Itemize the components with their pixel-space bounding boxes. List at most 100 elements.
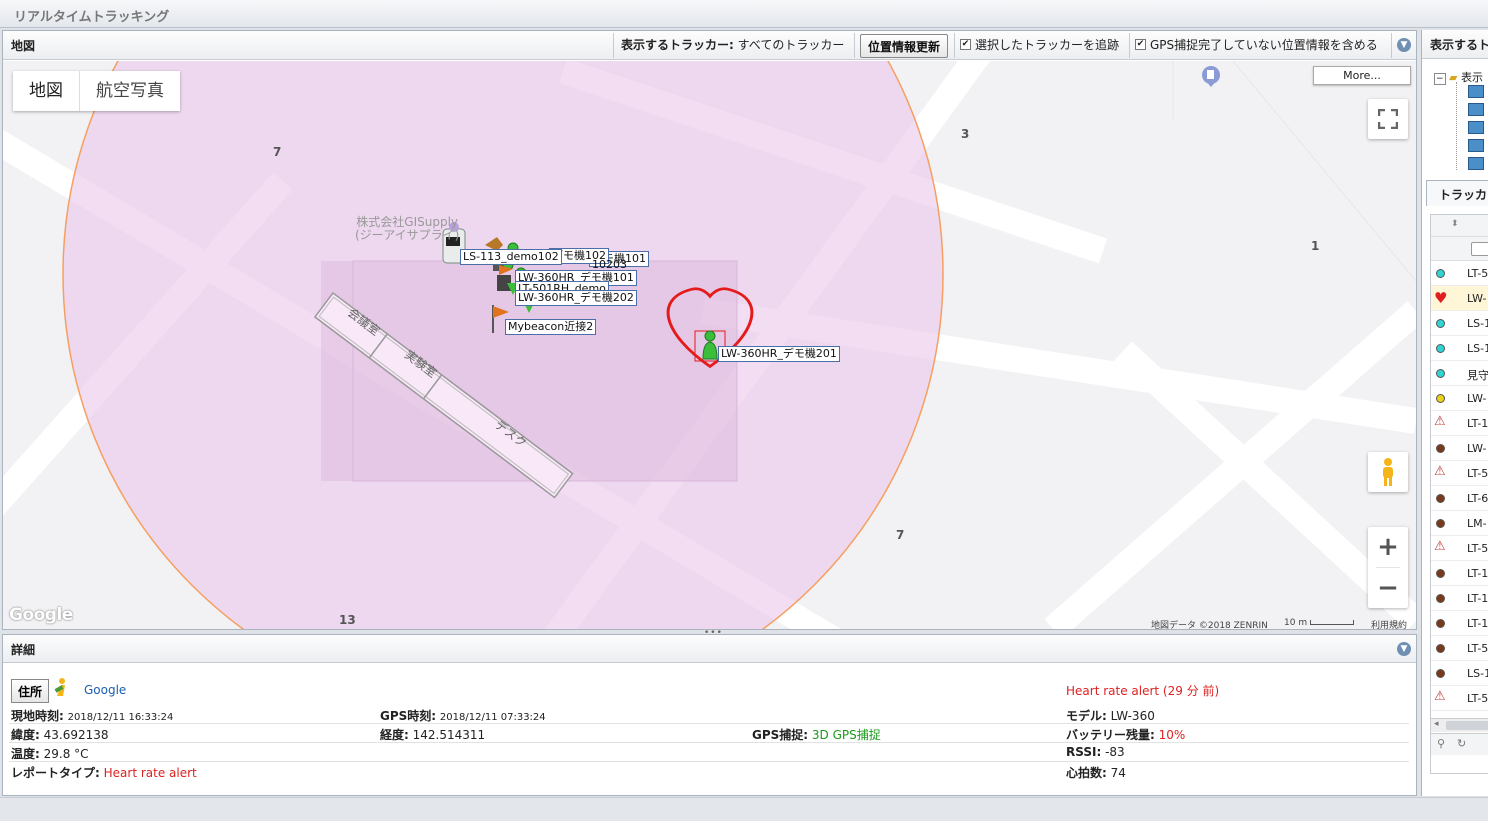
tracker-device-icon[interactable] xyxy=(1468,85,1484,98)
follow-tracker-label: 選択したトラッカーを追跡 xyxy=(975,38,1120,52)
tab-trackers[interactable]: トラッカー xyxy=(1426,180,1488,206)
address-button[interactable]: 住所 xyxy=(11,679,49,703)
status-dot-icon xyxy=(1436,594,1445,603)
detail-header: 詳細 ▼ xyxy=(3,635,1416,663)
map-canvas[interactable]: 株式会社GISupply (ジーアイサプライ) 7 3 1 7 13 会議室 実… xyxy=(3,61,1416,629)
block-number: 13 xyxy=(339,613,356,627)
alert-icon: ⚠ xyxy=(1434,414,1446,429)
tracker-name: LT-1 xyxy=(1467,617,1488,630)
detail-title: 詳細 xyxy=(11,643,36,657)
status-dot-icon xyxy=(1436,369,1445,378)
gps-fix-value: 3D GPS捕捉 xyxy=(811,728,881,742)
tracker-row[interactable]: LS-1 xyxy=(1431,336,1488,361)
grid-scrollbar[interactable]: ◂ xyxy=(1431,718,1488,732)
tracker-row[interactable]: LT-5 xyxy=(1431,636,1488,661)
update-location-button[interactable]: 位置情報更新 xyxy=(860,34,948,58)
tracker-name: LW- xyxy=(1467,442,1487,455)
tree-root[interactable]: − ▰ 表示 xyxy=(1434,69,1483,85)
tracker-panel: 表示するトラ − ▰ 表示 トラッカー ⬍ LT-5 ♥ LW- LS-1 LS-1 見守… xyxy=(1421,30,1488,796)
map-type-control: 地図 航空写真 xyxy=(13,71,180,111)
tracker-label[interactable]: LW-360HR_デモ機202 xyxy=(515,290,637,306)
grid-filter-row xyxy=(1431,237,1488,261)
tracker-row[interactable]: ⚠ LT-5 xyxy=(1431,686,1488,711)
tracker-row[interactable]: LM- xyxy=(1431,511,1488,536)
maptype-aerial-button[interactable]: 航空写真 xyxy=(80,71,180,111)
tracker-name: 見守 xyxy=(1467,369,1488,382)
tracker-row[interactable]: LT-1 xyxy=(1431,561,1488,586)
include-gps-label: GPS捕捉完了していない位置情報を含める xyxy=(1150,38,1378,52)
refresh-icon[interactable]: ↻ xyxy=(1457,737,1466,750)
alert-icon: ⚠ xyxy=(1434,539,1446,554)
tracker-label[interactable]: LW-360HR_デモ機201 xyxy=(718,346,840,362)
more-button[interactable]: More... xyxy=(1313,66,1411,85)
zoom-control: + − xyxy=(1368,527,1408,608)
tracker-label[interactable]: LS-113_demo102 xyxy=(460,249,562,265)
search-icon[interactable]: ⚲ xyxy=(1437,737,1445,750)
report-type-value: Heart rate alert xyxy=(103,766,197,780)
pegman-icon[interactable] xyxy=(53,677,69,700)
terms-link[interactable]: 利用規約 xyxy=(1371,618,1407,629)
tracker-row[interactable]: LW- xyxy=(1431,436,1488,461)
detail-row: 温度: 29.8 °C RSSI: -83 xyxy=(9,743,1409,762)
tracker-filter[interactable]: 表示するトラッカー: すべてのトラッカー xyxy=(621,36,844,53)
collapse-icon[interactable]: ▼ xyxy=(1397,38,1411,52)
tracker-label[interactable]: Mybeacon近接2 xyxy=(505,319,597,335)
tracker-row[interactable]: LT-5 xyxy=(1431,261,1488,286)
tracker-row[interactable]: ⚠ LT-5 xyxy=(1431,536,1488,561)
status-dot-icon xyxy=(1436,494,1445,503)
alert-icon: ⚠ xyxy=(1434,464,1446,479)
grid-filter-input[interactable] xyxy=(1471,242,1488,256)
sort-icon[interactable]: ⬍ xyxy=(1451,219,1459,229)
google-logo: Google xyxy=(9,605,73,625)
tracker-device-icon[interactable] xyxy=(1468,139,1484,152)
local-time-value: 2018/12/11 16:33:24 xyxy=(67,712,174,723)
tracker-name: LT-5 xyxy=(1467,267,1488,280)
checkbox-check-icon: ✔ xyxy=(1135,39,1146,50)
include-gps-checkbox[interactable]: ✔ GPS捕捉完了していない位置情報を含める xyxy=(1135,36,1378,53)
alert-icon: ⚠ xyxy=(1434,689,1446,704)
gps-time-value: 2018/12/11 07:33:24 xyxy=(439,712,546,723)
block-number: 7 xyxy=(896,528,905,542)
tracker-device-icon[interactable] xyxy=(1468,121,1484,134)
map-base-layer xyxy=(3,61,1416,629)
tracker-row[interactable]: LS-1 xyxy=(1431,661,1488,686)
maptype-map-button[interactable]: 地図 xyxy=(13,71,80,111)
map-panel: 地図 表示するトラッカー: すべてのトラッカー 位置情報更新 ✔ 選択したトラッ… xyxy=(2,30,1417,630)
tracker-row[interactable]: LS-1 xyxy=(1431,311,1488,336)
collapse-icon[interactable]: ▼ xyxy=(1397,642,1411,656)
model-value: LW-360 xyxy=(1110,709,1155,723)
tracker-name: LT-5 xyxy=(1467,642,1488,655)
tracker-filter-value: すべてのトラッカー xyxy=(737,38,845,52)
tracker-row[interactable]: 見守 xyxy=(1431,361,1488,386)
grid-header: ⬍ xyxy=(1431,215,1488,237)
tracker-row[interactable]: ⚠ LT-1 xyxy=(1431,411,1488,436)
follow-tracker-checkbox[interactable]: ✔ 選択したトラッカーを追跡 xyxy=(960,36,1119,53)
tracker-name: LS-1 xyxy=(1467,342,1488,355)
tracker-row[interactable]: LW- xyxy=(1431,386,1488,411)
tracker-row[interactable]: LT-1 xyxy=(1431,611,1488,636)
tracker-row[interactable]: ⚠ LT-5 xyxy=(1431,461,1488,486)
map-attribution: 地図データ ©2018 ZENRIN xyxy=(1151,621,1268,629)
block-number: 7 xyxy=(273,145,282,159)
status-dot-icon xyxy=(1436,519,1445,528)
zoom-out-icon[interactable]: − xyxy=(1368,568,1408,608)
tracker-device-icon[interactable] xyxy=(1468,157,1484,170)
status-dot-icon xyxy=(1436,444,1445,453)
title-bar: リアルタイムトラッキング xyxy=(0,0,1488,28)
detail-panel: 詳細 ▼ 住所 Google Heart rate alert (29 分 前)… xyxy=(2,634,1417,796)
detail-row: レポートタイプ: Heart rate alert 心拍数: 74 xyxy=(11,766,1126,780)
block-number: 3 xyxy=(961,127,970,141)
status-dot-icon xyxy=(1436,269,1445,278)
map-toolbar: 地図 表示するトラッカー: すべてのトラッカー 位置情報更新 ✔ 選択したトラッ… xyxy=(3,31,1416,60)
tracker-row[interactable]: LT-6 xyxy=(1431,486,1488,511)
tracker-row[interactable]: ♥ LW- xyxy=(1431,286,1488,311)
status-dot-icon xyxy=(1436,619,1445,628)
fullscreen-icon[interactable] xyxy=(1368,99,1408,139)
google-maps-link[interactable]: Google xyxy=(84,683,126,697)
pegman-icon[interactable] xyxy=(1368,452,1408,492)
detail-row: 現地時刻: 2018/12/11 16:33:24 GPS時刻: 2018/12… xyxy=(9,705,1409,724)
zoom-in-icon[interactable]: + xyxy=(1368,527,1408,567)
status-bar xyxy=(0,797,1488,821)
tracker-row[interactable]: LT-1 xyxy=(1431,586,1488,611)
tracker-device-icon[interactable] xyxy=(1468,103,1484,116)
